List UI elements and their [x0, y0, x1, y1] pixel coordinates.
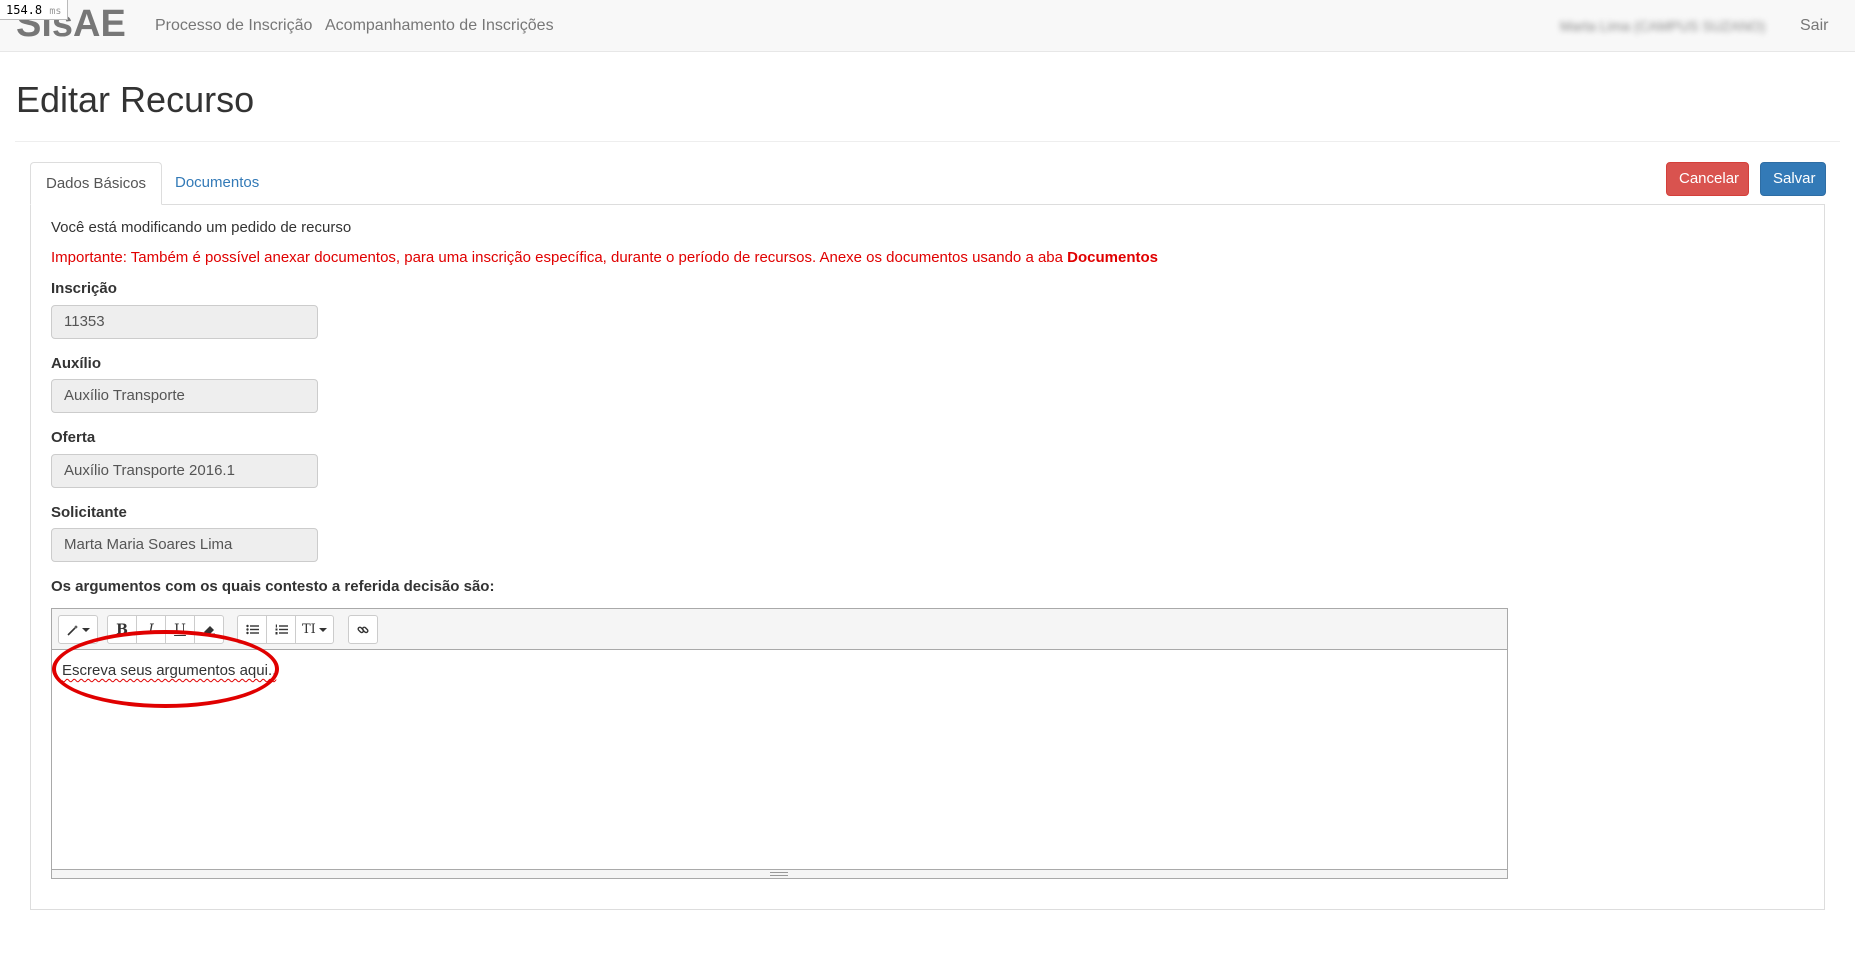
- grip-icon: [770, 872, 788, 876]
- editor-toolbar: B I U TI: [52, 609, 1507, 650]
- ordered-list-button[interactable]: [266, 615, 296, 644]
- editor-placeholder-text: Escreva seus argumentos aqui..: [62, 662, 277, 679]
- auxilio-label: Auxílio: [51, 355, 102, 372]
- font-size-button[interactable]: TI: [295, 615, 334, 644]
- style-group: [58, 615, 98, 644]
- insert-group: [348, 615, 378, 644]
- header-divider: [15, 141, 1840, 142]
- tab-documentos[interactable]: Documentos: [160, 162, 274, 205]
- font-style-group: B I U: [107, 615, 224, 644]
- arguments-label: Os argumentos com os quais contesto a re…: [51, 578, 495, 595]
- page-title: Editar Recurso: [16, 79, 255, 120]
- editor-resize-handle[interactable]: [52, 869, 1507, 878]
- link-icon: [357, 626, 369, 633]
- caret-down-icon: [318, 627, 327, 632]
- inscricao-label: Inscrição: [51, 280, 117, 297]
- tab-dados-basicos[interactable]: Dados Básicos: [30, 162, 163, 205]
- caret-down-icon: [81, 627, 90, 632]
- eraser-icon: [203, 626, 215, 635]
- bold-button[interactable]: B: [107, 615, 137, 644]
- warning-documentos-link: Documentos: [1067, 249, 1158, 266]
- arguments-textarea[interactable]: Escreva seus argumentos aqui..: [52, 650, 1507, 870]
- unordered-list-button[interactable]: [237, 615, 267, 644]
- timing-badge: 154.8 ms: [0, 0, 69, 20]
- solicitante-field[interactable]: Marta Maria Soares Lima: [51, 528, 318, 562]
- style-dropdown-button[interactable]: [58, 615, 98, 644]
- info-text: Você está modificando um pedido de recur…: [51, 219, 352, 236]
- link-button[interactable]: [348, 615, 378, 644]
- top-navbar: SisAE Processo de Inscrição Acompanhamen…: [0, 0, 1855, 52]
- inscricao-field[interactable]: 11353: [51, 305, 318, 339]
- arguments-editor: B I U TI Escreva seus argumentos aqui..: [51, 608, 1508, 879]
- logout-link[interactable]: Sair: [1800, 0, 1828, 52]
- unordered-list-icon: [245, 624, 259, 635]
- clear-format-button[interactable]: [194, 615, 224, 644]
- warning-text: Importante: Também é possível anexar doc…: [51, 249, 1158, 266]
- user-name[interactable]: Marta Lima (CAMPUS SUZANO): [1560, 0, 1765, 52]
- nav-link-processo-inscricao[interactable]: Processo de Inscrição: [155, 0, 312, 52]
- paragraph-group: TI: [237, 615, 334, 644]
- underline-button[interactable]: U: [165, 615, 195, 644]
- font-size-label: TI: [302, 622, 316, 637]
- timing-unit: ms: [49, 6, 62, 17]
- warning-message: Importante: Também é possível anexar doc…: [51, 249, 1068, 266]
- oferta-field[interactable]: Auxílio Transporte 2016.1: [51, 454, 318, 488]
- solicitante-label: Solicitante: [51, 504, 127, 521]
- nav-link-acompanhamento[interactable]: Acompanhamento de Inscrições: [325, 0, 554, 52]
- timing-value: 154.8: [6, 3, 43, 17]
- italic-button[interactable]: I: [136, 615, 166, 644]
- magic-icon: [66, 624, 78, 636]
- save-button[interactable]: Salvar: [1760, 162, 1826, 196]
- cancel-button[interactable]: Cancelar: [1666, 162, 1749, 196]
- oferta-label: Oferta: [51, 429, 96, 446]
- auxilio-field[interactable]: Auxílio Transporte: [51, 379, 318, 413]
- ordered-list-icon: [275, 624, 288, 635]
